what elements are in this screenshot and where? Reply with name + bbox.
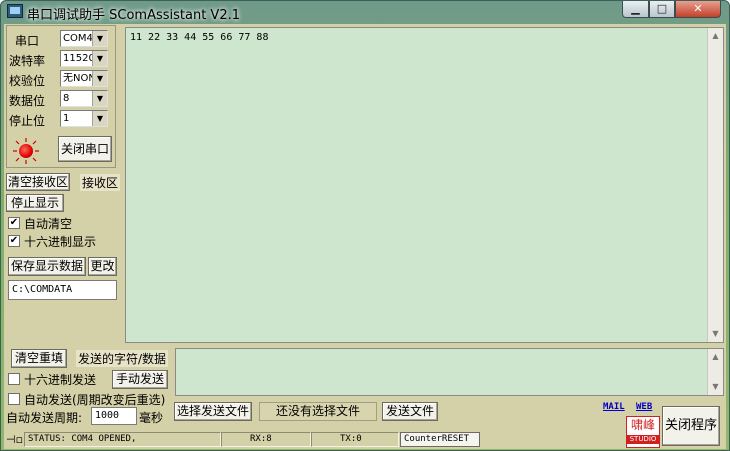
parity-value: 无NON [63, 73, 96, 84]
period-unit-label: 毫秒 [139, 411, 164, 425]
stopbits-select[interactable]: 1 ▼ [60, 110, 108, 127]
chevron-down-icon: ▼ [92, 51, 107, 66]
baud-select[interactable]: 11520 ▼ [60, 50, 108, 67]
chevron-down-icon: ▼ [92, 111, 107, 126]
window-title: 串口调试助手 SComAssistant V2.1 [27, 8, 241, 23]
clear-receive-button[interactable]: 清空接收区 [6, 173, 70, 191]
databits-value: 8 [63, 93, 70, 104]
auto-send-label: 自动发送(周期改变后重选) [24, 393, 166, 407]
chevron-down-icon: ▼ [92, 91, 107, 106]
stop-display-button[interactable]: 停止显示 [6, 194, 64, 212]
status-bar: ⊣▫ STATUS: COM4 OPENED, RX:8 TX:0 Counte… [4, 431, 726, 449]
auto-send-period-input[interactable]: 1000 [91, 407, 137, 425]
scroll-up-icon[interactable]: ▲ [708, 28, 723, 44]
port-label: 串口 [15, 34, 40, 48]
auto-send-period-label: 自动发送周期: [6, 411, 83, 425]
save-path-field[interactable]: C:\COMDATA [8, 280, 117, 300]
close-icon: ✕ [693, 2, 703, 15]
chevron-down-icon: ▼ [92, 31, 107, 46]
minimize-icon: ▁ [631, 2, 640, 15]
auto-clear-label: 自动清空 [24, 217, 73, 231]
baud-label: 波特率 [9, 54, 46, 68]
connection-icon: ⊣▫ [6, 433, 24, 446]
tx-count: TX:0 [311, 432, 399, 447]
web-link[interactable]: WEB [636, 402, 652, 412]
scroll-down-icon[interactable]: ▼ [708, 326, 723, 342]
chevron-down-icon: ▼ [92, 71, 107, 86]
parity-select[interactable]: 无NON ▼ [60, 70, 108, 87]
hex-send-label: 十六进制发送 [24, 373, 97, 387]
baud-value: 11520 [63, 53, 95, 64]
scroll-down-icon[interactable]: ▼ [708, 379, 723, 395]
port-value: COM4 [63, 33, 93, 44]
minimize-button[interactable]: ▁ [622, 1, 649, 18]
parity-label: 校验位 [9, 74, 46, 88]
maximize-button[interactable]: □ [649, 1, 675, 18]
hex-send-checkbox[interactable] [8, 373, 20, 385]
rx-count: RX:8 [221, 432, 311, 447]
title-bar[interactable]: 串口调试助手 SComAssistant V2.1 ▁ □ ✕ [1, 1, 729, 23]
app-icon [7, 4, 23, 18]
scroll-up-icon[interactable]: ▲ [708, 349, 723, 365]
client-area: 串口 COM4 ▼ 波特率 11520 ▼ 校验位 无NON ▼ 数据位 8 ▼… [4, 24, 726, 449]
receive-scrollbar[interactable]: ▲ ▼ [707, 28, 723, 342]
check-icon: ✔ [9, 235, 19, 246]
auto-send-checkbox[interactable] [8, 393, 20, 405]
stopbits-value: 1 [63, 113, 70, 124]
close-window-button[interactable]: ✕ [675, 1, 721, 18]
file-status-text: 还没有选择文件 [259, 402, 377, 421]
send-area-label: 发送的字符/数据 [76, 350, 169, 367]
clear-send-button[interactable]: 清空重填 [11, 349, 67, 368]
port-select[interactable]: COM4 ▼ [60, 30, 108, 47]
databits-select[interactable]: 8 ▼ [60, 90, 108, 107]
manual-send-button[interactable]: 手动发送 [112, 370, 168, 389]
maximize-icon: □ [656, 2, 668, 15]
receive-area-label: 接收区 [80, 174, 121, 191]
send-scrollbar[interactable]: ▲ ▼ [707, 349, 723, 395]
save-display-data-button[interactable]: 保存显示数据 [8, 257, 86, 276]
close-port-button[interactable]: 关闭串口 [58, 136, 112, 162]
counter-reset-button[interactable]: CounterRESET [400, 432, 480, 447]
change-path-button[interactable]: 更改 [88, 257, 117, 276]
stopbits-label: 停止位 [9, 114, 46, 128]
receive-content: 11 22 33 44 55 66 77 88 [130, 32, 269, 43]
app-window: 串口调试助手 SComAssistant V2.1 ▁ □ ✕ 串口 COM4 … [0, 0, 730, 451]
auto-clear-checkbox[interactable]: ✔ [8, 217, 20, 229]
receive-textarea[interactable]: 11 22 33 44 55 66 77 88 ▲ ▼ [125, 27, 724, 343]
hex-display-label: 十六进制显示 [24, 235, 97, 249]
select-send-file-button[interactable]: 选择发送文件 [174, 402, 252, 421]
port-status-led-icon [19, 144, 33, 158]
send-textarea[interactable]: ▲ ▼ [175, 348, 724, 396]
mail-link[interactable]: MAIL [603, 402, 625, 412]
check-icon: ✔ [9, 217, 19, 228]
status-text: STATUS: COM4 OPENED, [24, 432, 221, 447]
serial-settings-group: 串口 COM4 ▼ 波特率 11520 ▼ 校验位 无NON ▼ 数据位 8 ▼… [6, 25, 116, 168]
send-file-button[interactable]: 发送文件 [382, 402, 438, 421]
databits-label: 数据位 [9, 94, 46, 108]
hex-display-checkbox[interactable]: ✔ [8, 235, 20, 247]
